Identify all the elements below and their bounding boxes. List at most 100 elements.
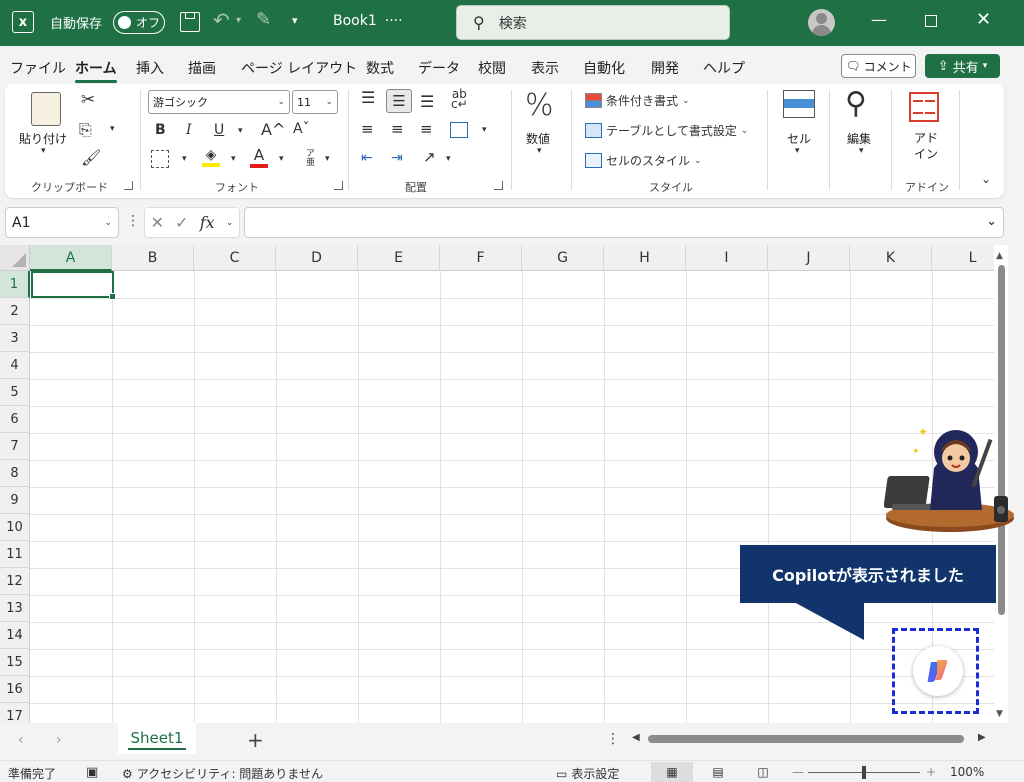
add-sheet-button[interactable]: + (247, 728, 264, 752)
display-settings-button[interactable]: ▭ 表示設定 (556, 765, 619, 782)
undo-icon[interactable]: ↶ (213, 8, 230, 32)
phonetic-button[interactable]: ア亜 (303, 148, 316, 170)
paste-label[interactable]: 貼り付け (19, 130, 67, 147)
column-header[interactable]: H (604, 245, 686, 271)
wrap-text-icon[interactable]: ab c↵ (451, 88, 468, 110)
search-input[interactable]: ⚲ 検索 (456, 5, 730, 40)
sheet-tab-sheet1[interactable]: Sheet1 (118, 723, 196, 754)
column-header[interactable]: E (358, 245, 440, 271)
tab-view[interactable]: 表示 (531, 58, 559, 78)
spreadsheet-grid[interactable]: ABCDEFGHIJKL 1 2 3 4 5 6 7 8 9 10 11 12 13 14 15 16 17 (0, 245, 994, 723)
column-header[interactable]: I (686, 245, 768, 271)
scroll-left-icon[interactable]: ◀ (632, 732, 640, 743)
merge-center-icon[interactable] (450, 122, 468, 138)
font-size-select[interactable]: 11 ⌄ (292, 90, 338, 114)
font-launcher-icon[interactable] (334, 181, 343, 190)
phonetic-dropdown-icon[interactable]: ▾ (325, 154, 330, 164)
column-header[interactable]: K (850, 245, 932, 271)
tab-help[interactable]: ヘルプ (703, 58, 745, 78)
chevron-down-icon[interactable]: ⌄ (226, 218, 234, 228)
tab-home[interactable]: ホーム (75, 58, 117, 83)
zoom-slider-thumb[interactable] (862, 766, 866, 779)
clipboard-launcher-icon[interactable] (124, 181, 133, 190)
column-header[interactable]: J (768, 245, 850, 271)
orientation-icon[interactable]: ↗ (423, 148, 436, 166)
number-dropdown-icon[interactable]: ▾ (537, 146, 542, 156)
copy-dropdown-icon[interactable]: ▾ (110, 124, 115, 134)
column-header[interactable]: C (194, 245, 276, 271)
copy-icon[interactable]: ⎘ (79, 120, 92, 140)
row-header[interactable]: 12 (0, 568, 30, 595)
bold-button[interactable]: B (155, 122, 166, 138)
cells-icon[interactable] (783, 90, 815, 118)
next-sheet-icon[interactable]: › (56, 732, 62, 748)
row-header[interactable]: 10 (0, 514, 30, 541)
cut-icon[interactable]: ✂ (81, 90, 95, 110)
ribbon-collapse-icon[interactable]: ⌄ (981, 172, 991, 186)
normal-view-button[interactable]: ▦ (651, 762, 693, 782)
align-middle-icon[interactable]: ☰ (386, 89, 412, 113)
column-header[interactable]: A (30, 245, 112, 271)
page-layout-view-button[interactable]: ▤ (697, 762, 739, 782)
autosave-toggle[interactable]: オフ (113, 11, 165, 34)
row-header[interactable]: 13 (0, 595, 30, 622)
row-header[interactable]: 2 (0, 298, 30, 325)
column-header[interactable]: G (522, 245, 604, 271)
row-header[interactable]: 14 (0, 622, 30, 649)
row-header[interactable]: 17 (0, 703, 30, 723)
row-header[interactable]: 8 (0, 460, 30, 487)
tab-page-layout[interactable]: ページ レイアウト (241, 58, 357, 78)
zoom-level[interactable]: 100% (950, 765, 984, 779)
maximize-button[interactable] (925, 15, 937, 27)
row-header[interactable]: 3 (0, 325, 30, 352)
decrease-indent-icon[interactable]: ⇤ (361, 150, 373, 166)
close-button[interactable]: ✕ (976, 9, 991, 30)
tab-insert[interactable]: 挿入 (136, 58, 164, 78)
conditional-formatting-button[interactable]: 条件付き書式 ⌄ (585, 92, 690, 109)
cancel-icon[interactable]: ✕ (151, 213, 164, 232)
row-header[interactable]: 11 (0, 541, 30, 568)
editing-label[interactable]: 編集 (847, 130, 871, 147)
align-left-icon[interactable]: ≡ (361, 120, 374, 138)
draw-pen-icon[interactable]: ✎ (256, 9, 271, 30)
horizontal-scrollbar[interactable]: ◀ ▶ (628, 730, 992, 748)
minimize-button[interactable]: — (871, 10, 887, 29)
workbook-title[interactable]: Book1 ···· (333, 13, 403, 29)
cells-label[interactable]: セル (787, 130, 811, 147)
underline-button[interactable]: U (214, 122, 224, 138)
undo-dropdown-icon[interactable]: ▾ (236, 15, 241, 26)
format-painter-icon[interactable]: 🖌 (81, 148, 101, 167)
column-header[interactable]: D (276, 245, 358, 271)
scroll-right-icon[interactable]: ▶ (978, 732, 986, 743)
row-header[interactable]: 9 (0, 487, 30, 514)
avatar[interactable] (808, 9, 835, 36)
expand-formula-icon[interactable]: ⌄ (986, 214, 997, 229)
tab-developer[interactable]: 開発 (651, 58, 679, 78)
zoom-out-button[interactable]: — (792, 765, 804, 779)
copilot-button[interactable] (913, 646, 963, 696)
paste-dropdown-icon[interactable]: ▾ (41, 146, 46, 156)
accessibility-status[interactable]: ⚙ アクセシビリティ: 問題ありません (122, 765, 323, 782)
row-header[interactable]: 7 (0, 433, 30, 460)
borders-icon[interactable] (151, 150, 169, 168)
fill-color-button[interactable]: ◈ (202, 147, 220, 167)
column-header[interactable]: F (440, 245, 522, 271)
zoom-in-button[interactable]: + (926, 765, 936, 779)
formula-input[interactable]: ⌄ (244, 207, 1004, 238)
cells-dropdown-icon[interactable]: ▾ (795, 146, 800, 156)
underline-dropdown-icon[interactable]: ▾ (238, 126, 243, 136)
alignment-launcher-icon[interactable] (494, 181, 503, 190)
grow-font-button[interactable]: A^ (261, 120, 285, 139)
more-options-icon[interactable]: ⋮ (126, 213, 140, 229)
font-name-select[interactable]: 游ゴシック ⌄ (148, 90, 290, 114)
prev-sheet-icon[interactable]: ‹ (18, 732, 24, 748)
row-header[interactable]: 16 (0, 676, 30, 703)
editing-dropdown-icon[interactable]: ▾ (859, 146, 864, 156)
paste-icon[interactable] (31, 92, 61, 126)
page-break-view-button[interactable]: ◫ (742, 762, 784, 782)
share-button[interactable]: ⇪ 共有 ▾ (925, 54, 1000, 78)
tab-automate[interactable]: 自動化 (583, 58, 625, 78)
addins-button-label[interactable]: アド イン (914, 130, 938, 162)
column-header[interactable]: L (932, 245, 994, 271)
tab-review[interactable]: 校閲 (478, 58, 506, 78)
